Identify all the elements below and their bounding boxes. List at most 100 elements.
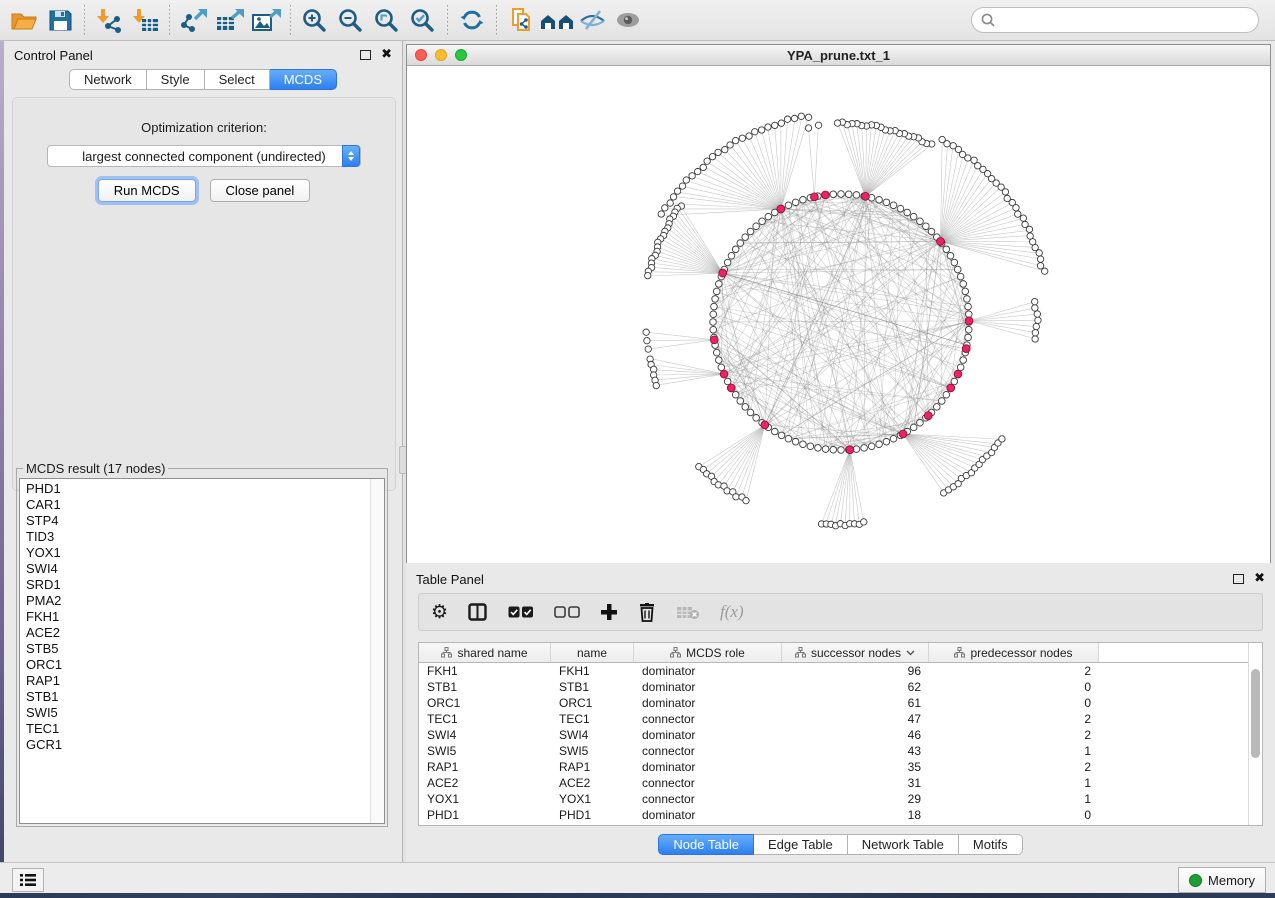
tab-motifs[interactable]: Motifs [959,834,1023,855]
settings-gear-button[interactable]: ⚙ [431,603,448,622]
cell-successor-nodes: 47 [782,711,929,727]
table-row[interactable]: ORC1ORC1dominator610 [419,695,1262,711]
tab-edge-table[interactable]: Edge Table [754,834,848,855]
column-header-MCDS-role[interactable]: MCDS role [634,643,782,662]
zoom-in-button[interactable] [297,5,333,35]
table-body: FKH1FKH1dominator962STB1STB1dominator620… [419,663,1262,823]
maximize-window-icon[interactable] [455,49,467,61]
column-header-shared-name[interactable]: shared name [419,643,551,662]
desktop-bottom-edge [0,893,1275,898]
zoom-selected-button[interactable] [405,5,441,35]
delete-column-icon [638,603,656,622]
mcds-result-item[interactable]: ORC1 [26,657,384,673]
network-titlebar[interactable]: YPA_prune.txt_1 [407,45,1270,66]
tab-style[interactable]: Style [147,69,205,90]
show-all-button[interactable] [611,5,647,35]
open-file-button[interactable] [6,5,42,35]
mcds-result-item[interactable]: STB5 [26,641,384,657]
table-row[interactable]: FKH1FKH1dominator962 [419,663,1262,679]
minimize-window-icon[interactable] [435,49,447,61]
mcds-result-item[interactable]: CAR1 [26,497,384,513]
task-history-button[interactable] [12,868,44,892]
mcds-result-item[interactable]: PHD1 [26,481,384,497]
tab-node-table[interactable]: Node Table [658,834,754,855]
table-row[interactable]: TEC1TEC1connector472 [419,711,1262,727]
hide-selected-button[interactable] [575,5,611,35]
close-panel-button[interactable]: Close panel [210,179,311,202]
control-panel-title: Control Panel [14,48,93,63]
search-box[interactable] [971,7,1259,33]
cell-predecessor-nodes: 2 [929,663,1099,679]
save-button[interactable] [42,5,78,35]
optimization-criterion-select[interactable]: largest connected component (undirected) [47,145,361,167]
import-network-button[interactable] [91,5,127,35]
mcds-list-scrollbar[interactable] [370,479,384,823]
copy-style-button[interactable] [503,5,539,35]
table-row[interactable]: SWI5SWI5connector431 [419,743,1262,759]
close-window-icon[interactable] [415,49,427,61]
delete-column-button[interactable] [638,603,656,622]
deselect-all-button[interactable] [554,606,580,619]
mcds-result-item[interactable]: ACE2 [26,625,384,641]
table-row[interactable]: PHD1PHD1dominator180 [419,807,1262,823]
function-builder-icon: f(x) [720,602,744,622]
cell-MCDS-role: dominator [634,727,782,743]
table-scrollbar-thumb[interactable] [1251,669,1260,758]
mcds-result-item[interactable]: SWI5 [26,705,384,721]
mcds-result-item[interactable]: TID3 [26,529,384,545]
mcds-result-item[interactable]: PMA2 [26,593,384,609]
table-scrollbar[interactable] [1248,643,1262,825]
export-table-button[interactable] [212,5,248,35]
mcds-result-item[interactable]: FKH1 [26,609,384,625]
network-canvas[interactable] [407,66,1270,563]
mcds-result-item[interactable]: STB1 [26,689,384,705]
export-network-button[interactable] [176,5,212,35]
table-row[interactable]: ACE2ACE2connector311 [419,775,1262,791]
cell-name: SWI4 [551,727,634,743]
zoom-fit-button[interactable] [369,5,405,35]
export-image-button[interactable] [248,5,284,35]
close-panel-icon[interactable]: ✖ [1254,574,1265,584]
tab-select[interactable]: Select [205,69,270,90]
run-mcds-button[interactable]: Run MCDS [98,179,196,202]
mcds-result-item[interactable]: GCR1 [26,737,384,753]
zoom-fit-icon [373,7,401,33]
cell-name: ACE2 [551,775,634,791]
column-header-successor-nodes[interactable]: successor nodes [782,643,929,662]
float-panel-icon[interactable] [1233,574,1244,584]
show-columns-button[interactable] [468,603,488,621]
mcds-result-item[interactable]: SRD1 [26,577,384,593]
attribute-type-icon [670,647,681,658]
mcds-result-list[interactable]: PHD1CAR1STP4TID3YOX1SWI4SRD1PMA2FKH1ACE2… [19,478,385,824]
cell-MCDS-role: dominator [634,807,782,823]
cell-shared-name: SWI5 [419,743,551,759]
refresh-button[interactable] [454,5,490,35]
mcds-result-item[interactable]: RAP1 [26,673,384,689]
search-input[interactable] [996,9,1258,31]
column-header-predecessor-nodes[interactable]: predecessor nodes [929,643,1099,662]
cell-predecessor-nodes: 1 [929,791,1099,807]
zoom-out-button[interactable] [333,5,369,35]
select-stepper-icon [342,145,360,167]
column-header-name[interactable]: name [551,643,634,662]
add-column-button[interactable] [600,603,618,621]
memory-button[interactable]: Memory [1178,867,1266,893]
float-panel-icon[interactable] [360,50,371,60]
mcds-result-item[interactable]: SWI4 [26,561,384,577]
tab-mcds[interactable]: MCDS [270,69,337,90]
table-row[interactable]: STB1STB1dominator620 [419,679,1262,695]
import-table-button[interactable] [127,5,163,35]
mcds-result-item[interactable]: YOX1 [26,545,384,561]
tab-network[interactable]: Network [69,69,147,90]
first-neighbors-button[interactable] [539,5,575,35]
close-panel-icon[interactable]: ✖ [381,50,392,60]
table-row[interactable]: SWI4SWI4dominator462 [419,727,1262,743]
select-all-button[interactable] [508,606,534,619]
table-row[interactable]: YOX1YOX1connector291 [419,791,1262,807]
tab-network-table[interactable]: Network Table [848,834,959,855]
cell-name: STB1 [551,679,634,695]
memory-label: Memory [1208,873,1255,888]
table-row[interactable]: RAP1RAP1dominator352 [419,759,1262,775]
mcds-result-item[interactable]: TEC1 [26,721,384,737]
mcds-result-item[interactable]: STP4 [26,513,384,529]
